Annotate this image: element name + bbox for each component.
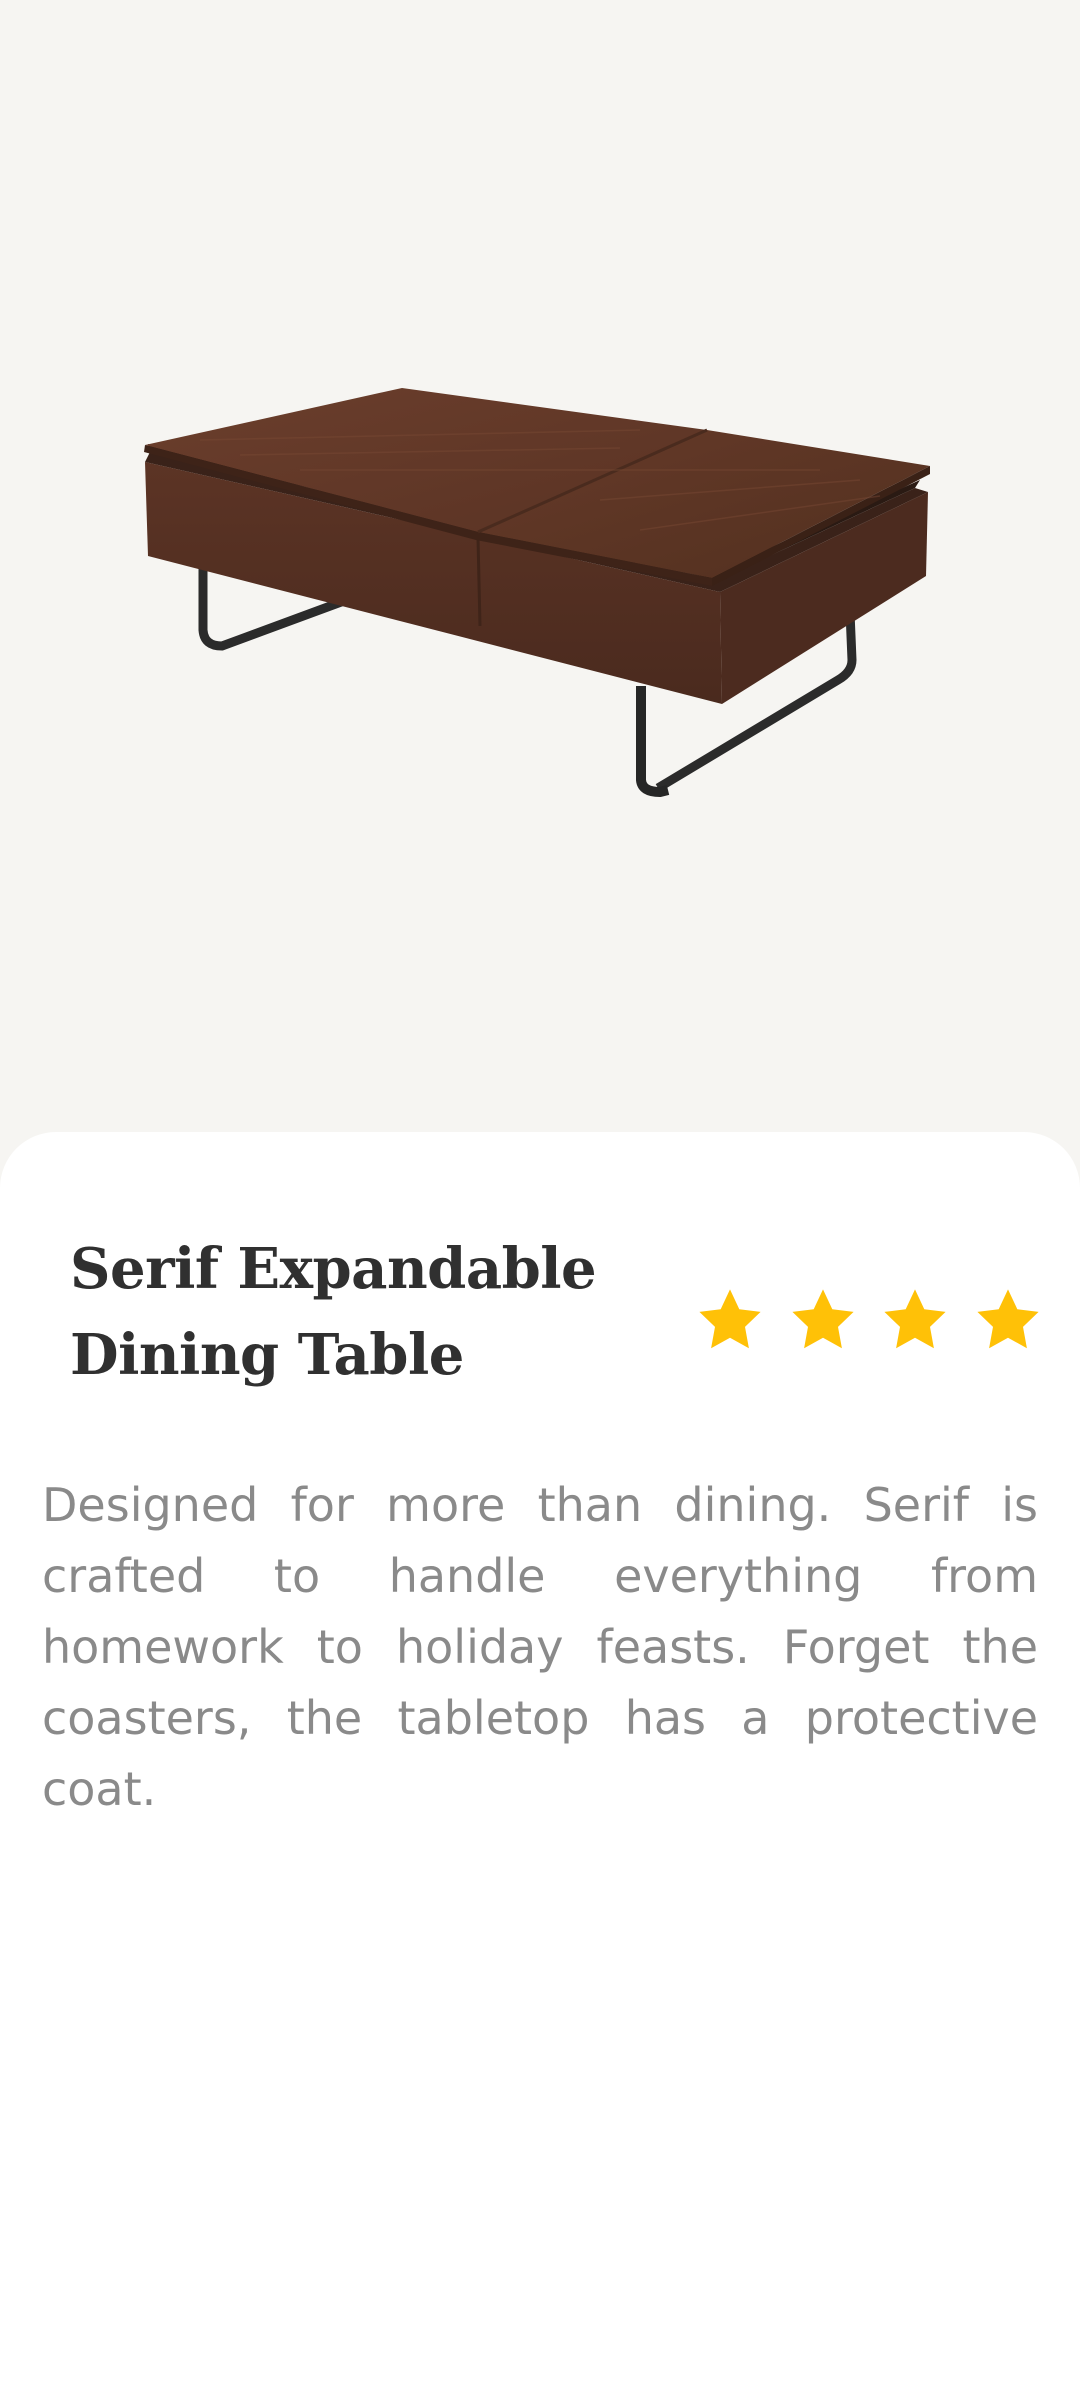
star-icon [792,1289,854,1349]
product-description: Designed for more than dining. Serif is … [42,1478,1038,1816]
product-title: Serif Expandable Dining Table [70,1236,597,1388]
coffee-table-image [144,388,930,797]
star-icon [977,1289,1039,1349]
product-image-area [0,0,1080,1180]
rating-stars [694,1282,1044,1358]
star-icon [699,1289,761,1349]
star-icon [884,1289,946,1349]
